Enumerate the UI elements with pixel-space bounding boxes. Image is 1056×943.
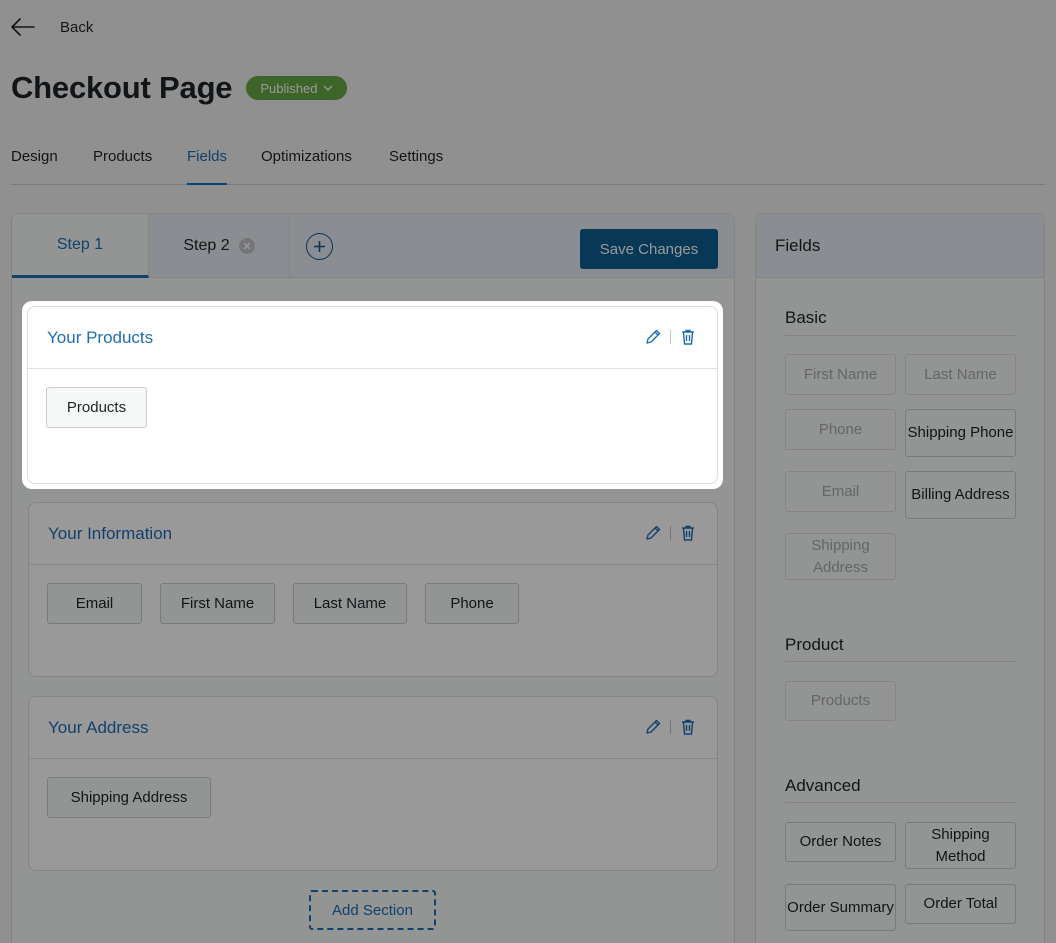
arrow-left-icon [11, 18, 35, 36]
section-header: Your Address [29, 697, 717, 759]
section-body: Shipping Address [29, 759, 717, 871]
section-actions [644, 718, 697, 736]
section-your-products: Your Products Products [27, 306, 718, 484]
section-your-information: Your Information Email First Name Last N… [28, 502, 718, 677]
field-chip-last-name[interactable]: Last Name [293, 583, 407, 624]
section-title: Your Address [48, 718, 149, 737]
tab-design[interactable]: Design [11, 148, 58, 183]
chevron-down-icon [323, 85, 333, 91]
status-badge[interactable]: Published [246, 76, 348, 100]
section-header: Your Information [29, 503, 717, 565]
section-header: Your Products [28, 307, 717, 369]
fields-panel: Fields Basic First Name Last Name Phone … [755, 213, 1045, 943]
fields-panel-header: Fields [756, 214, 1044, 278]
divider [785, 335, 1017, 336]
field-chip-shipping-address[interactable]: Shipping Address [47, 777, 211, 818]
status-label: Published [260, 80, 318, 96]
field-order-notes[interactable]: Order Notes [785, 822, 896, 862]
tab-products[interactable]: Products [93, 148, 152, 183]
step-tab-1[interactable]: Step 1 [12, 214, 149, 278]
pencil-icon[interactable] [644, 524, 662, 542]
remove-step-icon[interactable] [238, 237, 256, 255]
divider [670, 330, 671, 344]
page-title: Checkout Page [11, 70, 233, 105]
tab-fields[interactable]: Fields [187, 148, 228, 185]
save-changes-button[interactable]: Save Changes [580, 229, 718, 269]
back-link[interactable]: Back [10, 14, 93, 40]
main-tabs: Design Products Fields Optimizations Set… [11, 130, 1045, 185]
divider [670, 720, 671, 734]
field-order-total[interactable]: Order Total [905, 884, 1016, 924]
pencil-icon[interactable] [644, 718, 662, 736]
trash-icon[interactable] [679, 328, 697, 346]
section-title: Your Products [47, 328, 154, 347]
field-email[interactable]: Email [785, 471, 896, 512]
back-label: Back [60, 18, 94, 36]
group-title-basic: Basic [785, 308, 827, 327]
highlight-frame: Your Products Products [22, 301, 723, 489]
title-row: Checkout Page Published [11, 70, 348, 106]
field-chip-first-name[interactable]: First Name [160, 583, 275, 624]
divider [670, 526, 671, 540]
trash-icon[interactable] [679, 524, 697, 542]
field-last-name[interactable]: Last Name [905, 354, 1016, 395]
pencil-icon[interactable] [644, 328, 662, 346]
divider [785, 661, 1017, 662]
step-tab-2-label: Step 2 [183, 237, 230, 254]
plus-icon [314, 241, 325, 252]
field-phone[interactable]: Phone [785, 409, 896, 450]
group-title-product: Product [785, 635, 844, 654]
field-shipping-phone[interactable]: Shipping Phone [905, 409, 1016, 457]
add-section-button[interactable]: Add Section [309, 890, 436, 930]
field-chip-products[interactable]: Products [46, 387, 147, 428]
section-actions [644, 328, 697, 346]
section-body: Email First Name Last Name Phone [29, 565, 717, 677]
field-billing-address[interactable]: Billing Address [905, 471, 1016, 519]
field-chip-email[interactable]: Email [47, 583, 142, 624]
field-chip-phone[interactable]: Phone [425, 583, 519, 624]
trash-icon[interactable] [679, 718, 697, 736]
section-title: Your Information [48, 524, 173, 543]
step-bar: Step 1 Step 2 Save Changes [12, 214, 734, 278]
fields-panel-title: Fields [775, 236, 821, 255]
section-body: Products [28, 369, 717, 481]
step-tab-2[interactable]: Step 2 [150, 214, 290, 278]
divider [785, 802, 1017, 803]
add-step-button[interactable] [306, 233, 333, 260]
section-actions [644, 524, 697, 542]
group-title-advanced: Advanced [785, 776, 861, 795]
field-products[interactable]: Products [785, 681, 896, 721]
field-order-summary[interactable]: Order Summary [785, 884, 896, 931]
tab-settings[interactable]: Settings [389, 148, 443, 183]
field-shipping-method[interactable]: Shipping Method [905, 822, 1016, 869]
tab-optimizations[interactable]: Optimizations [261, 148, 352, 183]
field-first-name[interactable]: First Name [785, 354, 896, 395]
section-your-address: Your Address Shipping Address [28, 696, 718, 871]
field-shipping-address[interactable]: Shipping Address [785, 533, 896, 580]
